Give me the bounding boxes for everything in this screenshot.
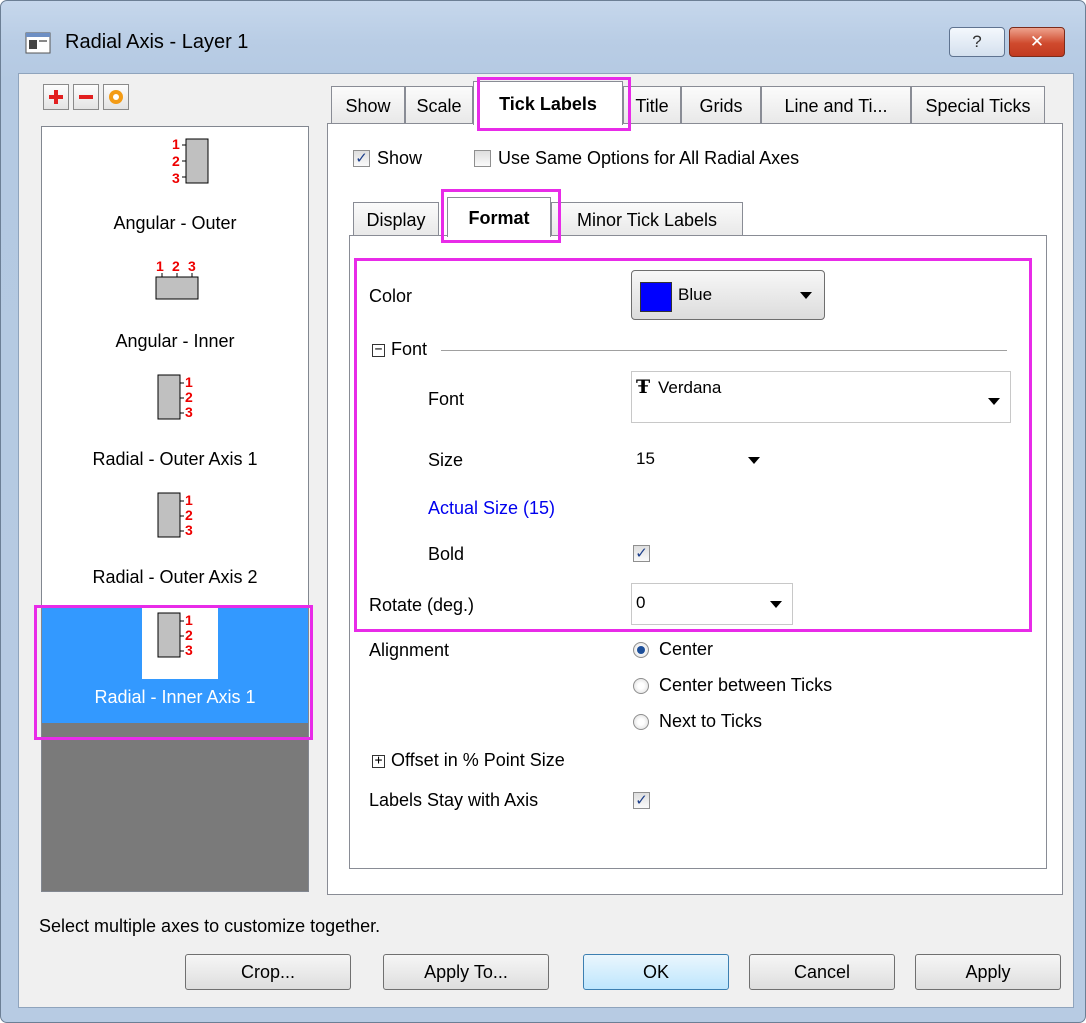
alignment-next-to-ticks-radio[interactable] — [633, 714, 649, 730]
bold-checkbox[interactable]: ✓ — [633, 545, 650, 562]
help-button[interactable]: ? — [949, 27, 1005, 57]
axis-item-radial-outer-1[interactable]: 1 2 3 Radial - Outer Axis 1 — [42, 367, 308, 485]
tab-show[interactable]: Show — [331, 86, 405, 124]
alignment-next-to-ticks-label: Next to Ticks — [659, 711, 763, 731]
tick-number-3: 3 — [185, 642, 193, 658]
axis-item-angular-outer[interactable]: 1 2 3 Angular - Outer — [42, 131, 308, 249]
tab-line-and-ticks[interactable]: Line and Ti... — [761, 86, 911, 124]
tab-title[interactable]: Title — [623, 86, 681, 124]
actual-size-link[interactable]: Actual Size (15) — [428, 498, 555, 519]
chevron-down-icon — [748, 457, 760, 464]
tab-grids[interactable]: Grids — [681, 86, 761, 124]
alignment-center-between-label: Center between Ticks — [659, 675, 833, 695]
subtab-minor-tick-labels[interactable]: Minor Tick Labels — [551, 202, 743, 236]
rotate-dropdown[interactable]: 0 — [631, 583, 793, 625]
apply-to-button[interactable]: Apply To... — [383, 954, 549, 990]
use-same-options-checkbox[interactable] — [474, 150, 491, 167]
size-dropdown[interactable]: 15 — [631, 440, 771, 480]
dialog-client-area: 1 2 3 Angular - Outer 1 2 3 Angular - In… — [18, 73, 1074, 1008]
font-group-divider — [441, 350, 1007, 351]
close-button[interactable]: ✕ — [1009, 27, 1065, 57]
subtab-display[interactable]: Display — [353, 202, 439, 236]
tab-scale[interactable]: Scale — [405, 86, 473, 124]
labels-stay-label: Labels Stay with Axis — [369, 790, 539, 810]
tick-number-1: 1 — [185, 374, 193, 390]
font-dropdown[interactable]: Ŧ Verdana — [631, 371, 1011, 423]
color-label: Color — [369, 286, 413, 306]
font-label: Font — [428, 389, 465, 409]
tick-number-1: 1 — [156, 258, 164, 274]
rotate-value: 0 — [636, 593, 646, 612]
window-title: Radial Axis - Layer 1 — [65, 31, 249, 53]
rotate-label: Rotate (deg.) — [369, 595, 475, 615]
axis-item-label: Radial - Outer Axis 2 — [92, 567, 258, 587]
alignment-center-radio[interactable] — [633, 642, 649, 658]
expand-offset-icon[interactable]: + — [372, 754, 385, 768]
tick-number-2: 2 — [185, 507, 193, 523]
tick-number-1: 1 — [185, 612, 193, 628]
reset-axis-button[interactable] — [103, 84, 129, 110]
apply-button[interactable]: Apply — [915, 954, 1061, 990]
radial-inner-icon: 1 2 3 — [157, 612, 193, 658]
axis-item-label: Radial - Outer Axis 1 — [92, 449, 258, 469]
color-value: Blue — [678, 285, 713, 304]
subtab-format[interactable]: Format — [447, 197, 551, 237]
remove-axis-button[interactable] — [73, 84, 99, 110]
font-group-label: Font — [391, 339, 428, 359]
axis-item-label: Angular - Outer — [113, 213, 237, 233]
chevron-down-icon — [800, 292, 812, 299]
ok-button[interactable]: OK — [583, 954, 729, 990]
axis-list[interactable]: 1 2 3 Angular - Outer 1 2 3 Angular - In… — [41, 126, 309, 892]
show-label: Show — [377, 148, 423, 168]
tab-tick-labels[interactable]: Tick Labels — [473, 81, 623, 125]
tick-number-1: 1 — [185, 492, 193, 508]
axis-item-radial-inner-1[interactable]: 1 2 3 Radial - Inner Axis 1 — [42, 605, 308, 723]
status-text: Select multiple axes to customize togeth… — [39, 916, 381, 936]
tick-number-3: 3 — [185, 522, 193, 538]
color-dropdown[interactable]: Blue — [631, 270, 825, 320]
axis-item-angular-inner[interactable]: 1 2 3 Angular - Inner — [42, 249, 308, 367]
alignment-center-label: Center — [659, 639, 714, 659]
alignment-label: Alignment — [369, 640, 450, 660]
tick-number-2: 2 — [185, 389, 193, 405]
tick-number-1: 1 — [172, 136, 180, 152]
collapse-font-icon[interactable]: − — [372, 343, 385, 357]
add-axis-button[interactable] — [43, 84, 69, 110]
offset-label: Offset in % Point Size — [391, 750, 565, 770]
angular-inner-icon: 1 2 3 — [155, 258, 199, 300]
angular-outer-icon: 1 2 3 — [172, 136, 209, 186]
crop-button[interactable]: Crop... — [185, 954, 351, 990]
size-label: Size — [428, 450, 464, 470]
color-swatch — [640, 282, 672, 312]
axis-item-radial-outer-2[interactable]: 1 2 3 Radial - Outer Axis 2 — [42, 485, 308, 603]
cancel-button[interactable]: Cancel — [749, 954, 895, 990]
use-same-options-label: Use Same Options for All Radial Axes — [498, 148, 800, 168]
tick-number-3: 3 — [188, 258, 196, 274]
tab-special-ticks[interactable]: Special Ticks — [911, 86, 1045, 124]
labels-stay-checkbox[interactable]: ✓ — [633, 792, 650, 809]
tick-number-3: 3 — [172, 170, 180, 186]
size-value: 15 — [636, 449, 655, 468]
truetype-font-icon: Ŧ — [636, 376, 651, 398]
radial-outer-icon: 1 2 3 — [157, 492, 193, 538]
tick-number-3: 3 — [185, 404, 193, 420]
app-window-icon — [25, 32, 51, 54]
axis-item-label: Angular - Inner — [115, 331, 235, 351]
chevron-down-icon — [988, 398, 1000, 405]
dialog-window: Radial Axis - Layer 1 ? ✕ 1 2 3 Angular … — [0, 0, 1086, 1023]
tick-number-2: 2 — [172, 153, 180, 169]
bold-label: Bold — [428, 544, 465, 564]
radial-outer-icon: 1 2 3 — [157, 374, 193, 420]
chevron-down-icon — [770, 601, 782, 608]
font-value: Verdana — [658, 378, 722, 397]
tick-number-2: 2 — [185, 627, 193, 643]
alignment-center-between-radio[interactable] — [633, 678, 649, 694]
show-checkbox[interactable]: ✓ — [353, 150, 370, 167]
title-bar[interactable]: Radial Axis - Layer 1 ? ✕ — [1, 1, 1085, 81]
tick-number-2: 2 — [172, 258, 180, 274]
axis-item-label: Radial - Inner Axis 1 — [94, 687, 256, 707]
reset-icon — [109, 90, 123, 104]
minus-icon — [79, 95, 93, 99]
